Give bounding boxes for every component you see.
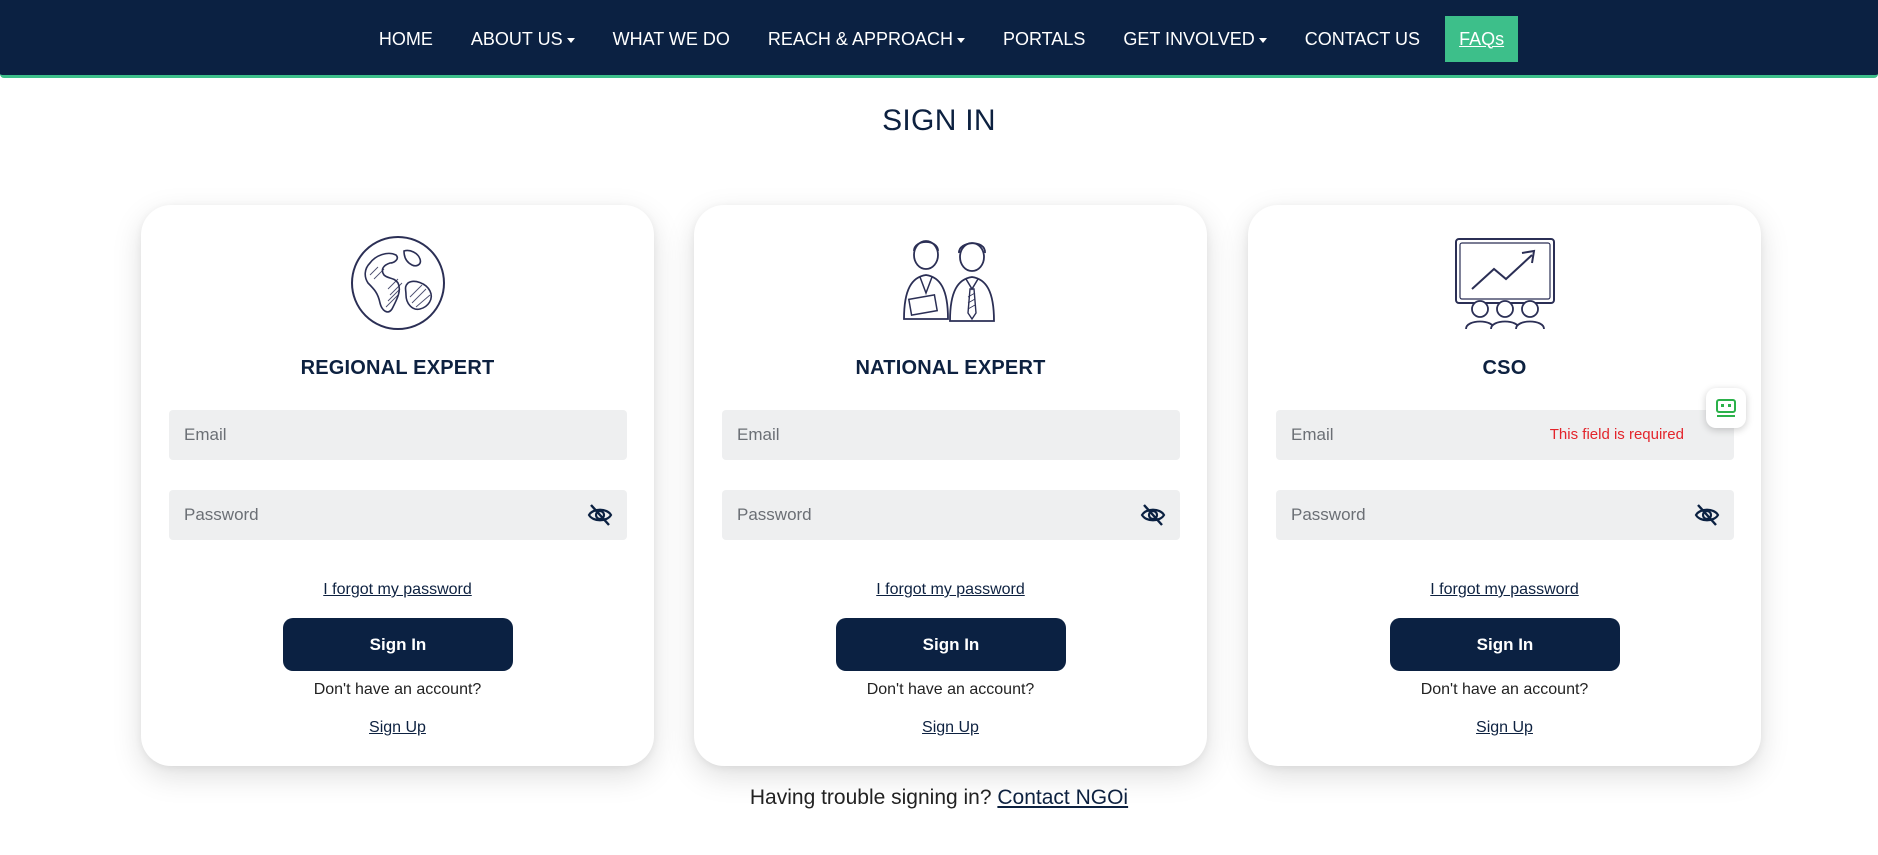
nav-item-contact-us[interactable]: CONTACT US bbox=[1286, 17, 1439, 61]
page-title: SIGN IN bbox=[882, 104, 996, 137]
sign-up-link[interactable]: Sign Up bbox=[141, 719, 654, 737]
eye-slash-icon[interactable] bbox=[587, 502, 613, 528]
nav-item-portals[interactable]: PORTALS bbox=[984, 17, 1104, 61]
contact-ngoi-link[interactable]: Contact NGOi bbox=[997, 786, 1128, 809]
trouble-signing-in: Having trouble signing in? Contact NGOi bbox=[0, 786, 1878, 810]
presentation-illustration bbox=[1248, 233, 1761, 333]
caret-down-icon bbox=[566, 37, 575, 43]
nav-item-faqs[interactable]: FAQs bbox=[1445, 16, 1519, 62]
card-title: NATIONAL EXPERT bbox=[855, 357, 1046, 379]
password-field[interactable] bbox=[169, 490, 627, 540]
trouble-text: Having trouble signing in? bbox=[749, 786, 992, 809]
people-illustration bbox=[694, 233, 1207, 333]
password-manager-widget[interactable] bbox=[1706, 388, 1746, 428]
sign-up-link[interactable]: Sign Up bbox=[694, 719, 1207, 737]
card-title: CSO bbox=[1482, 357, 1527, 379]
top-navbar: HOME ABOUT US WHAT WE DO REACH & APPROAC… bbox=[0, 0, 1878, 78]
email-field[interactable] bbox=[169, 410, 627, 460]
presentation-icon bbox=[1454, 238, 1555, 330]
nav-item-home[interactable]: HOME bbox=[360, 17, 452, 61]
nav-item-about-us[interactable]: ABOUT US bbox=[452, 17, 594, 61]
no-account-text: Don't have an account? bbox=[313, 681, 482, 698]
nav-item-what-we-do[interactable]: WHAT WE DO bbox=[594, 17, 749, 61]
sign-in-button[interactable]: Sign In bbox=[283, 618, 513, 671]
email-field[interactable] bbox=[722, 410, 1180, 460]
email-input[interactable] bbox=[722, 410, 1180, 460]
nav-item-reach-approach[interactable]: REACH & APPROACH bbox=[749, 17, 984, 61]
forgot-password-link[interactable]: I forgot my password bbox=[1248, 581, 1761, 599]
forgot-password-link[interactable]: I forgot my password bbox=[141, 581, 654, 599]
email-error-message: This field is required bbox=[1549, 426, 1684, 443]
caret-down-icon bbox=[1258, 37, 1267, 43]
card-regional-expert: REGIONAL EXPERT I forgot my password Sig… bbox=[141, 205, 654, 766]
forgot-password-link[interactable]: I forgot my password bbox=[694, 581, 1207, 599]
card-national-expert: NATIONAL EXPERT I forgot my password Sig… bbox=[694, 205, 1207, 766]
nav-item-get-involved[interactable]: GET INVOLVED bbox=[1104, 17, 1285, 61]
password-input[interactable] bbox=[1276, 490, 1734, 540]
sign-up-link[interactable]: Sign Up bbox=[1248, 719, 1761, 737]
nav-menu: HOME ABOUT US WHAT WE DO REACH & APPROAC… bbox=[0, 0, 1878, 78]
sign-in-button[interactable]: Sign In bbox=[836, 618, 1066, 671]
email-input[interactable] bbox=[169, 410, 627, 460]
email-field[interactable]: This field is required bbox=[1276, 410, 1734, 460]
no-account-text: Don't have an account? bbox=[1420, 681, 1589, 698]
globe-illustration bbox=[141, 233, 654, 333]
password-input[interactable] bbox=[722, 490, 1180, 540]
globe-icon bbox=[350, 236, 445, 330]
eye-slash-icon[interactable] bbox=[1140, 502, 1166, 528]
password-field[interactable] bbox=[722, 490, 1180, 540]
sign-in-button[interactable]: Sign In bbox=[1390, 618, 1620, 671]
password-field[interactable] bbox=[1276, 490, 1734, 540]
card-cso: CSO This field is required I forgot my p… bbox=[1248, 205, 1761, 766]
no-account-text: Don't have an account? bbox=[866, 681, 1035, 698]
people-icon bbox=[902, 240, 995, 322]
card-title: REGIONAL EXPERT bbox=[300, 357, 495, 379]
password-input[interactable] bbox=[169, 490, 627, 540]
robot-icon bbox=[1716, 399, 1736, 417]
caret-down-icon bbox=[956, 37, 965, 43]
eye-slash-icon[interactable] bbox=[1694, 502, 1720, 528]
